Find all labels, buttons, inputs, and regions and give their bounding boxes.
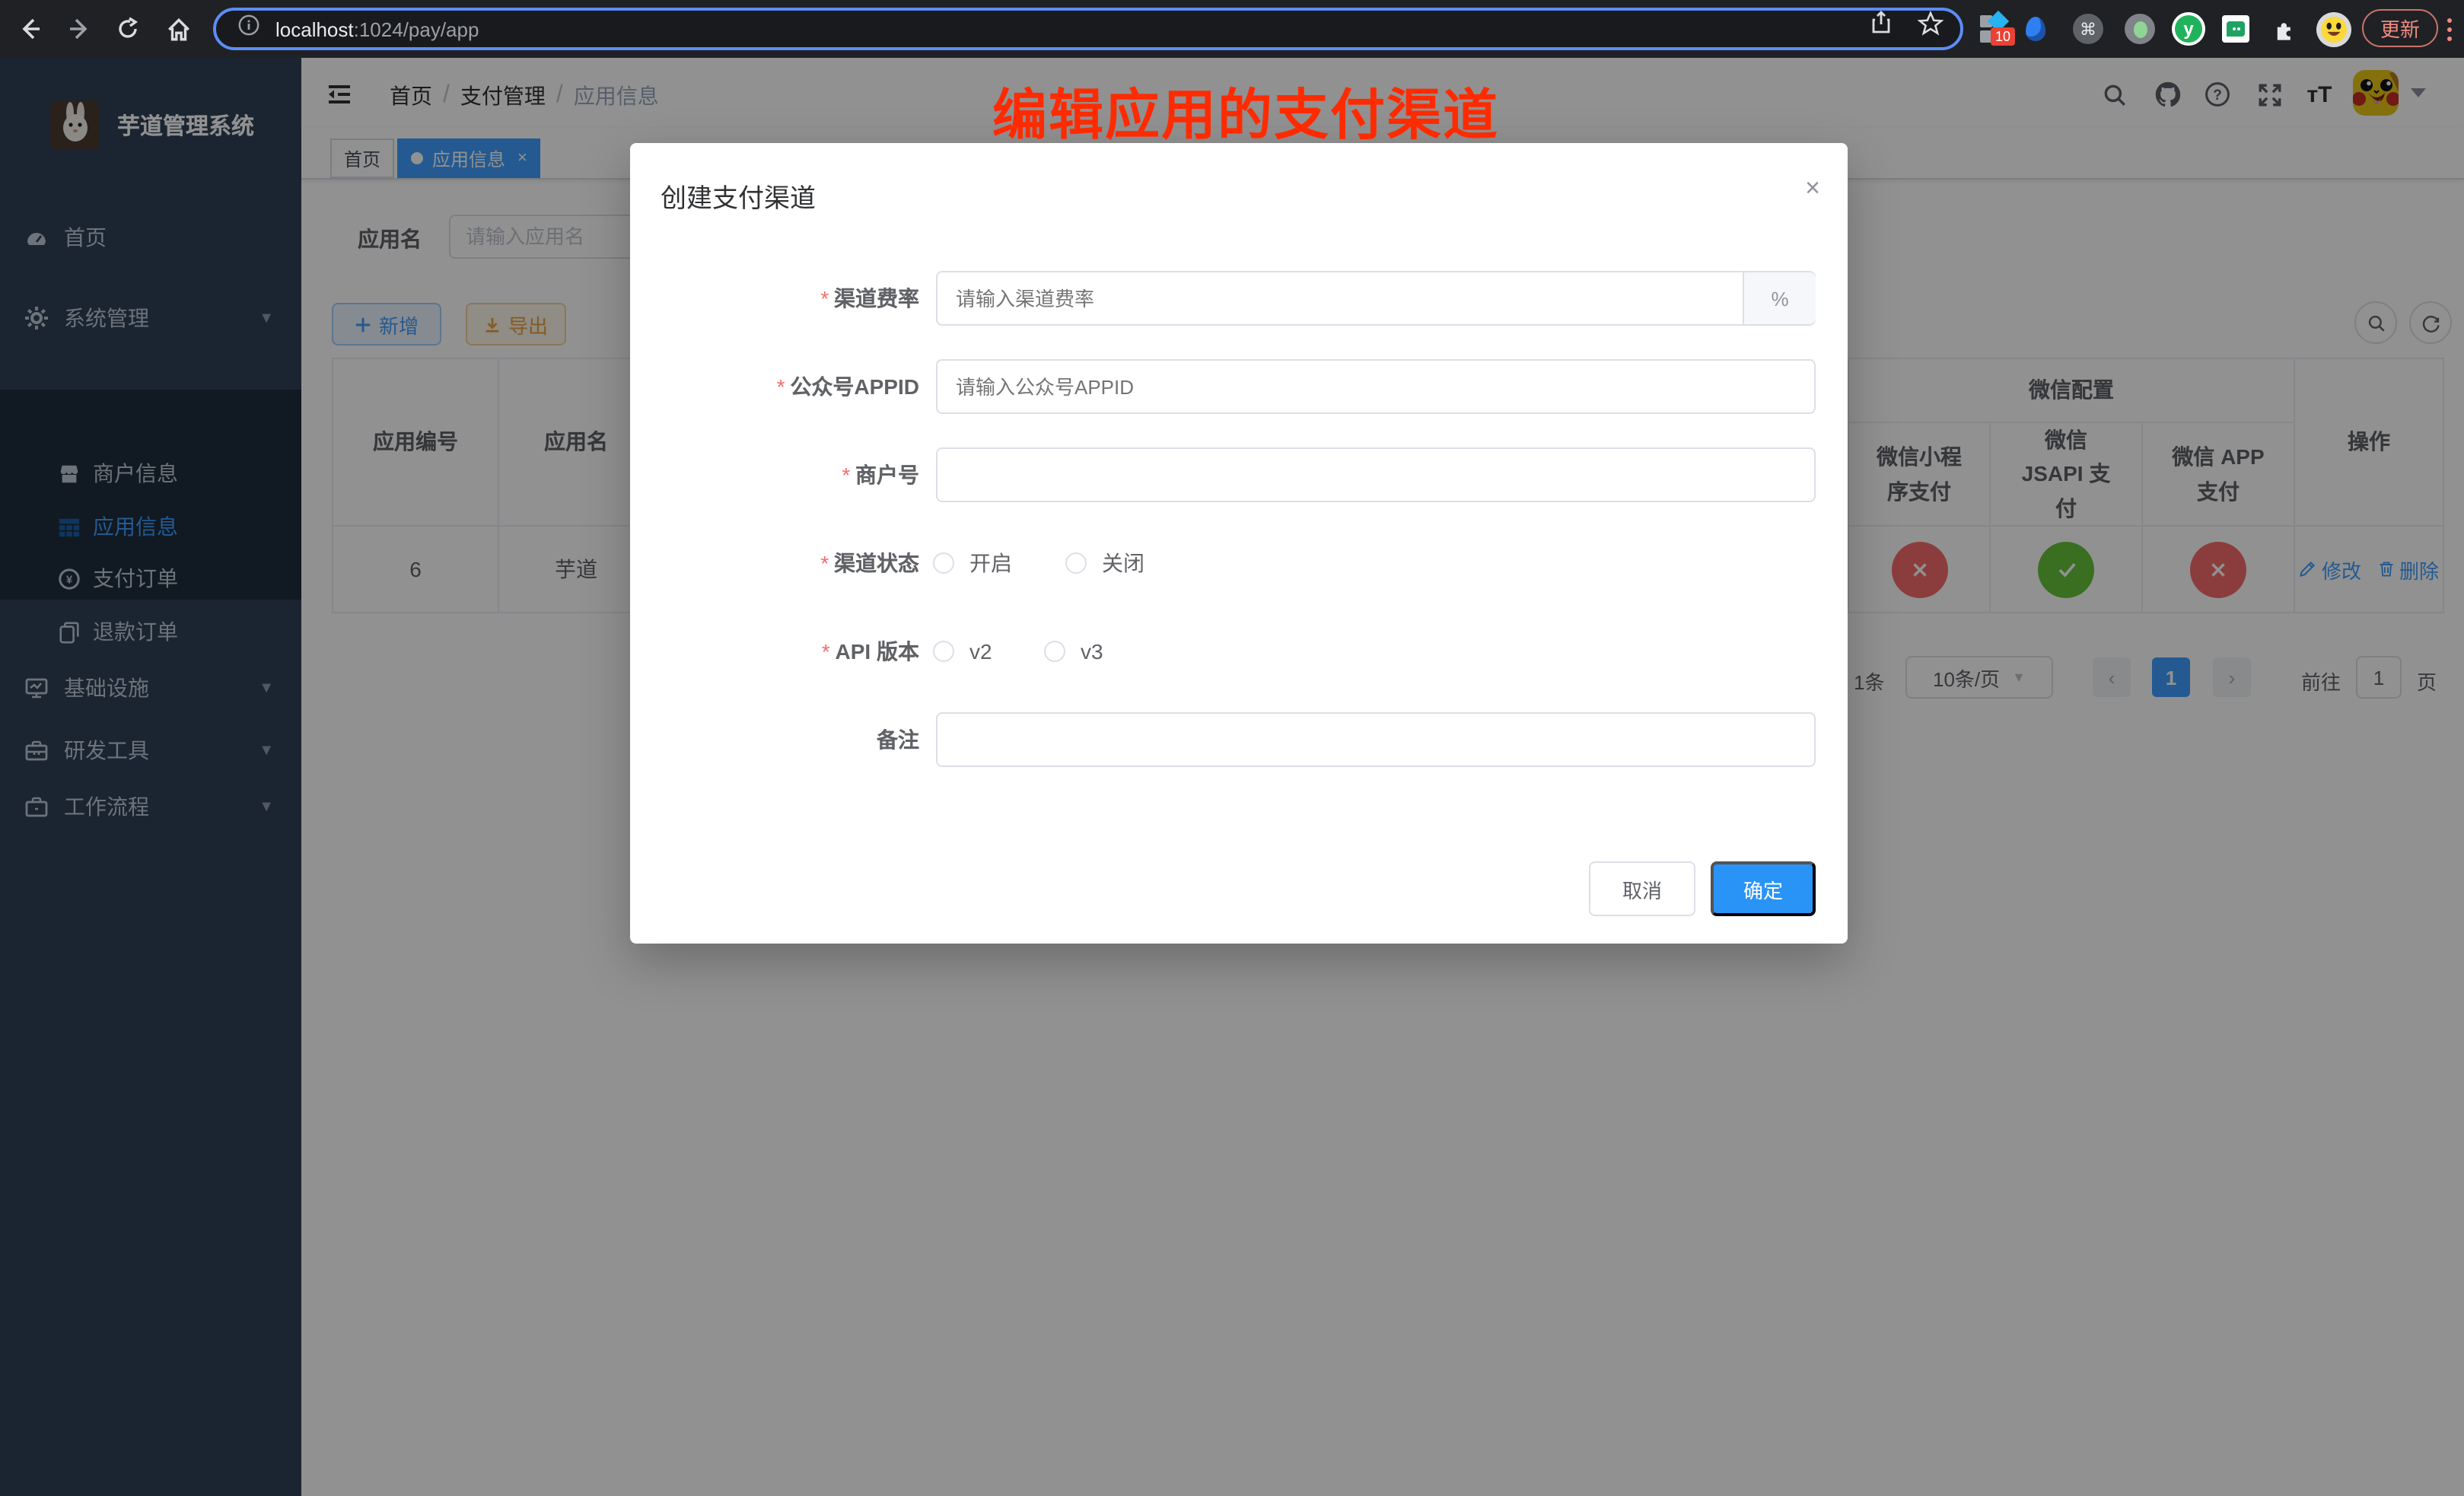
dialog-title: 创建支付渠道 [661,177,816,215]
bookmark-star-icon[interactable] [1918,11,1944,44]
url-path: :1024/pay/app [354,18,479,40]
confirm-button[interactable]: 确定 [1711,861,1816,916]
appid-input[interactable] [936,359,1816,414]
status-off-label[interactable]: 关闭 [1102,536,1144,590]
cancel-button[interactable]: 取消 [1589,861,1695,916]
reload-icon[interactable] [110,11,146,47]
browser-update-button[interactable]: 更新 [2362,9,2438,47]
browser-menu-icon[interactable] [2447,18,2452,23]
forward-icon[interactable] [61,11,97,47]
extension-y-icon[interactable]: y [2170,11,2207,47]
status-on-radio[interactable] [933,552,954,574]
site-info-icon[interactable] [237,14,260,44]
address-bar[interactable]: localhost:1024/pay/app [213,8,1963,50]
field-merchant: *商户号 [630,447,1848,502]
browser-toolbar: localhost:1024/pay/app 10 ⌘ y [0,0,2464,58]
status-on-label[interactable]: 开启 [969,536,1012,590]
extension-badge: 10 [1991,27,2015,46]
screen: localhost:1024/pay/app 10 ⌘ y [0,0,2464,1496]
back-icon[interactable] [12,11,49,47]
profile-avatar-emoji[interactable] [2315,11,2351,47]
api-v2-label[interactable]: v2 [969,624,992,679]
dialog-close-icon[interactable]: × [1805,173,1820,204]
remark-input[interactable] [936,712,1816,767]
url-host: localhost [275,18,354,40]
merchant-input[interactable] [936,447,1816,502]
status-off-radio[interactable] [1065,552,1087,574]
extension-chat-icon[interactable] [2217,11,2254,47]
field-rate: *渠道费率 % [630,271,1848,326]
api-v2-radio[interactable] [933,641,954,662]
create-channel-dialog: 创建支付渠道 × *渠道费率 % *公众号APPID *商户号 *渠道状态 开启… [630,143,1848,944]
extension-tag-manager-icon[interactable]: 10 [1975,11,2012,47]
share-icon[interactable] [1869,11,1893,43]
rate-suffix: % [1743,272,1816,324]
extension-balloon-icon[interactable] [2017,11,2053,47]
rate-input[interactable] [936,271,1816,326]
extension-green-dot-icon[interactable] [2122,11,2158,47]
home-icon[interactable] [160,11,196,47]
field-appid: *公众号APPID [630,359,1848,414]
annotation-title: 编辑应用的支付渠道 [992,72,1499,151]
field-status: *渠道状态 开启 关闭 [630,536,1848,590]
extensions-puzzle-icon[interactable] [2266,11,2303,47]
api-v3-label[interactable]: v3 [1081,624,1103,679]
extension-command-icon[interactable]: ⌘ [2070,11,2106,47]
field-remark: 备注 [630,712,1848,767]
field-api-version: *API 版本 v2 v3 [630,624,1848,679]
api-v3-radio[interactable] [1044,641,1065,662]
